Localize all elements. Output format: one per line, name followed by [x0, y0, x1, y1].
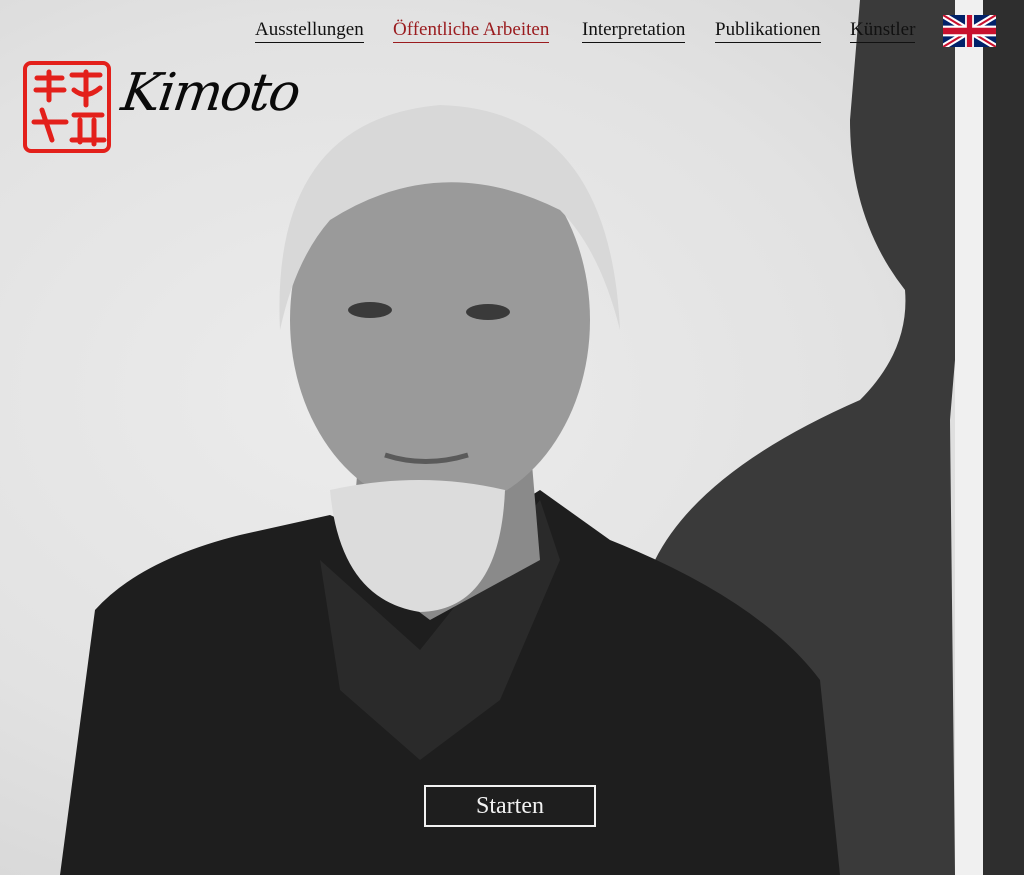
- nav-item-interpretation[interactable]: Interpretation: [582, 18, 686, 43]
- red-seal-icon: [23, 61, 111, 153]
- nav-item-oeffentliche-arbeiten[interactable]: Öffentliche Arbeiten: [393, 18, 550, 43]
- start-button[interactable]: Starten: [424, 785, 596, 827]
- logo-wordmark: Kimoto: [117, 63, 303, 123]
- uk-flag-icon[interactable]: [943, 15, 996, 47]
- nav-item-ausstellungen[interactable]: Ausstellungen: [255, 18, 364, 43]
- nav-item-publikationen[interactable]: Publikationen: [715, 18, 821, 43]
- nav-item-kuenstler[interactable]: Künstler: [850, 18, 916, 43]
